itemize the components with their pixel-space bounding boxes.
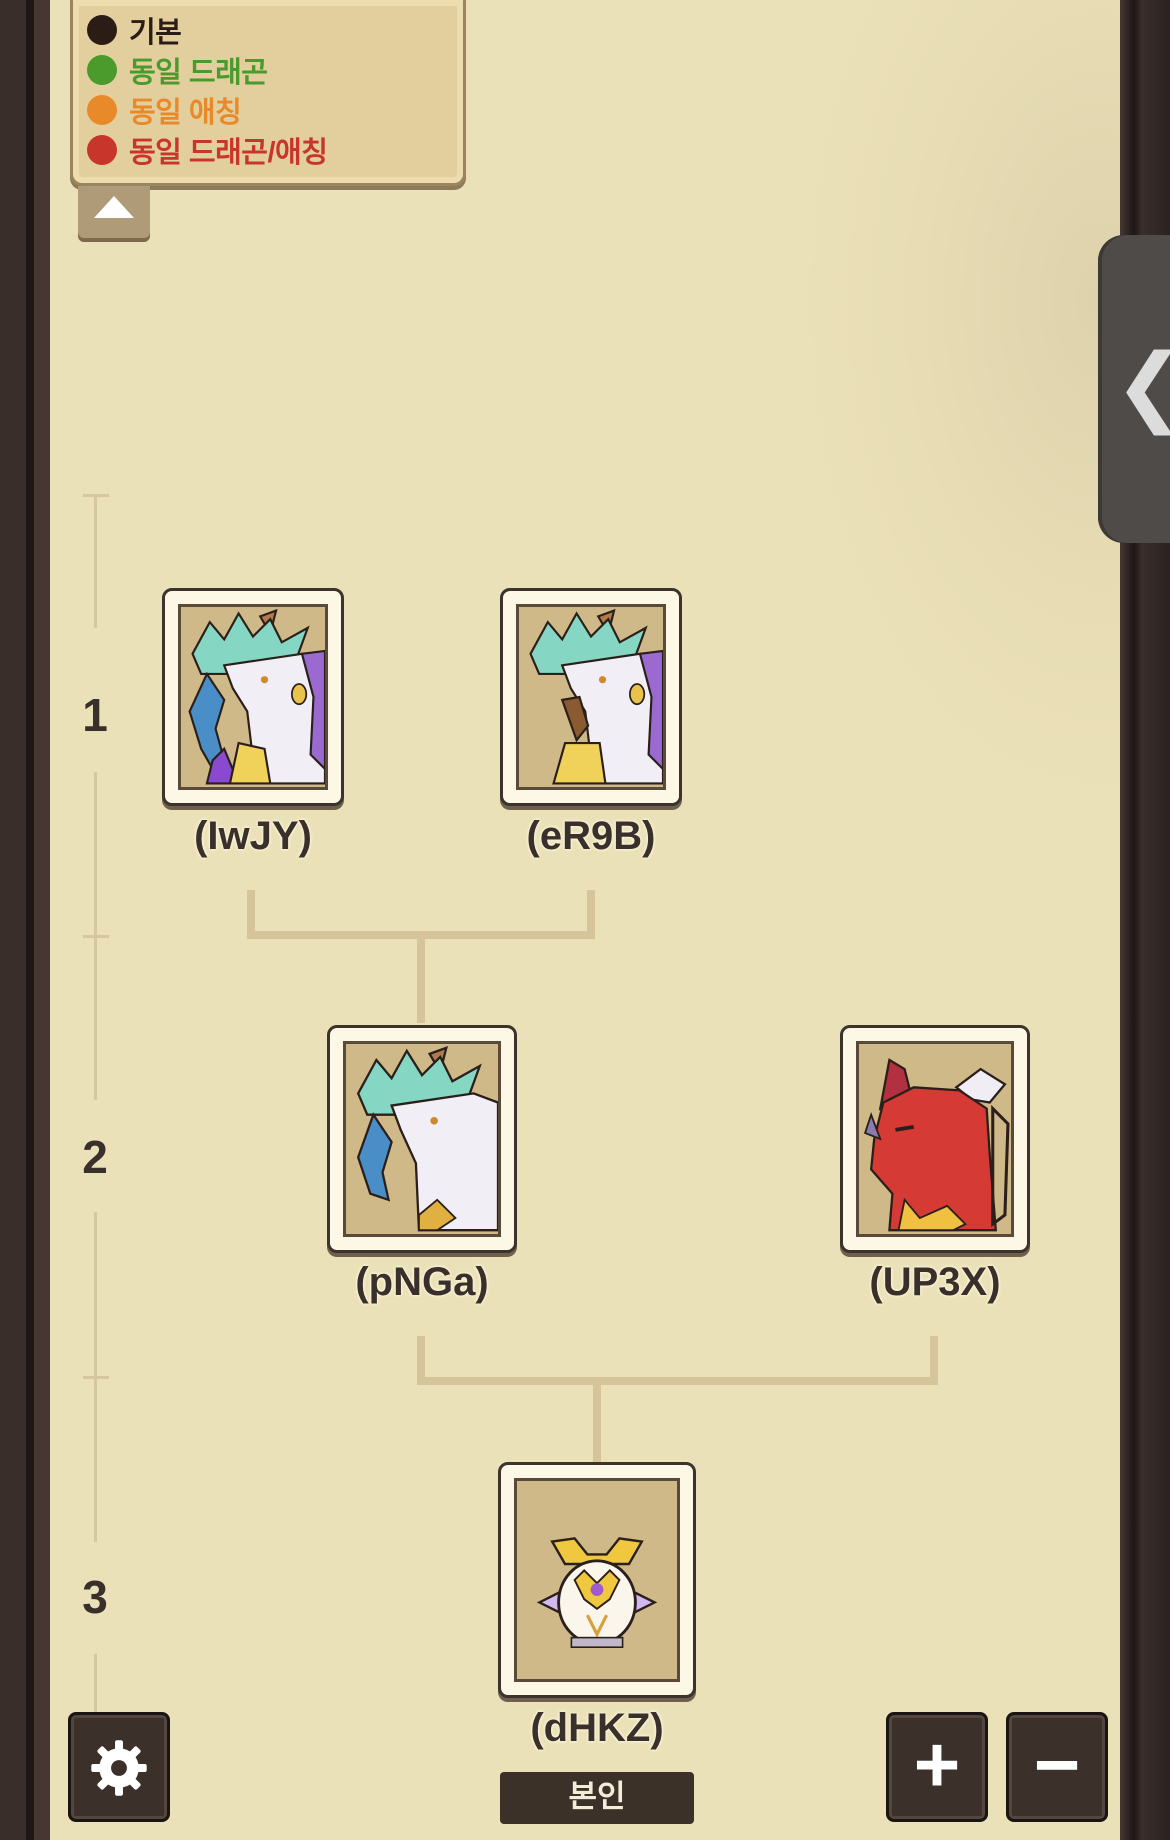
legend-collapse-button[interactable] — [78, 186, 150, 238]
plus-icon: + — [913, 1720, 961, 1809]
side-drawer-tab[interactable]: ❮ — [1098, 235, 1170, 543]
dragon-name-pnga: (pNGa) — [355, 1260, 489, 1304]
legend-label-same-dragon-nickname: 동일 드래곤/애칭 — [129, 137, 328, 169]
chevron-left-icon: ❮ — [1114, 343, 1170, 429]
dragon-card-er9b[interactable] — [500, 588, 682, 806]
red-dragon-portrait — [863, 1058, 1010, 1232]
dragon-name-iwjy: (IwJY) — [194, 814, 312, 858]
ruler-line — [94, 494, 97, 628]
zoom-in-button[interactable]: + — [886, 1712, 988, 1822]
generation-label-2: 2 — [82, 1131, 108, 1183]
gear-icon — [91, 1740, 147, 1796]
legend-label-same-dragon: 동일 드래곤 — [129, 57, 268, 89]
legend-item-same-dragon-nickname: 동일 드래곤/애칭 — [87, 130, 463, 170]
ruler-tick — [83, 494, 109, 497]
legend-dot-same-dragon-nickname — [87, 135, 117, 165]
legend-label-basic: 기본 — [129, 17, 182, 49]
ruler-tick — [83, 1376, 109, 1379]
dragon-name-up3x: (UP3X) — [869, 1260, 1001, 1304]
self-badge: 본인 — [500, 1772, 694, 1824]
settings-button[interactable] — [68, 1712, 170, 1822]
dragon-card-pnga[interactable] — [327, 1025, 517, 1253]
zoom-out-button[interactable]: − — [1006, 1712, 1108, 1822]
tree-connector — [417, 931, 425, 1023]
color-legend: 기본 동일 드래곤 동일 애칭 동일 드래곤/애칭 — [70, 0, 466, 186]
tree-connector — [593, 1377, 601, 1463]
generation-label-3: 3 — [82, 1571, 108, 1623]
legend-item-same-nickname: 동일 애칭 — [87, 90, 463, 130]
generation-label-1: 1 — [82, 689, 108, 741]
ice-dragon-portrait — [188, 608, 325, 785]
golden-egg-portrait — [536, 1537, 658, 1648]
dragon-card-dhkz[interactable] — [498, 1462, 696, 1698]
legend-item-basic: 기본 — [87, 10, 463, 50]
legend-label-same-nickname: 동일 애칭 — [129, 97, 242, 129]
triangle-up-icon — [94, 196, 134, 218]
dragon-name-dhkz: (dHKZ) — [530, 1706, 664, 1750]
legend-dot-same-nickname — [87, 95, 117, 125]
minus-icon: − — [1033, 1720, 1081, 1809]
left-frame-border — [0, 0, 50, 1840]
ruler-line — [94, 1654, 97, 1714]
ice-dragon-portrait — [529, 608, 663, 785]
dragon-card-up3x[interactable] — [840, 1025, 1030, 1253]
legend-item-same-dragon: 동일 드래곤 — [87, 50, 463, 90]
dragon-name-er9b: (eR9B) — [526, 814, 656, 858]
legend-dot-same-dragon — [87, 55, 117, 85]
dragon-card-iwjy[interactable] — [162, 588, 344, 806]
ice-dragon-portrait — [356, 1045, 498, 1232]
ruler-tick — [83, 935, 109, 938]
family-tree-panel[interactable]: 기본 동일 드래곤 동일 애칭 동일 드래곤/애칭 1 2 3 (IwJY) (… — [50, 0, 1120, 1840]
legend-dot-basic — [87, 15, 117, 45]
tree-connector — [417, 1377, 938, 1385]
